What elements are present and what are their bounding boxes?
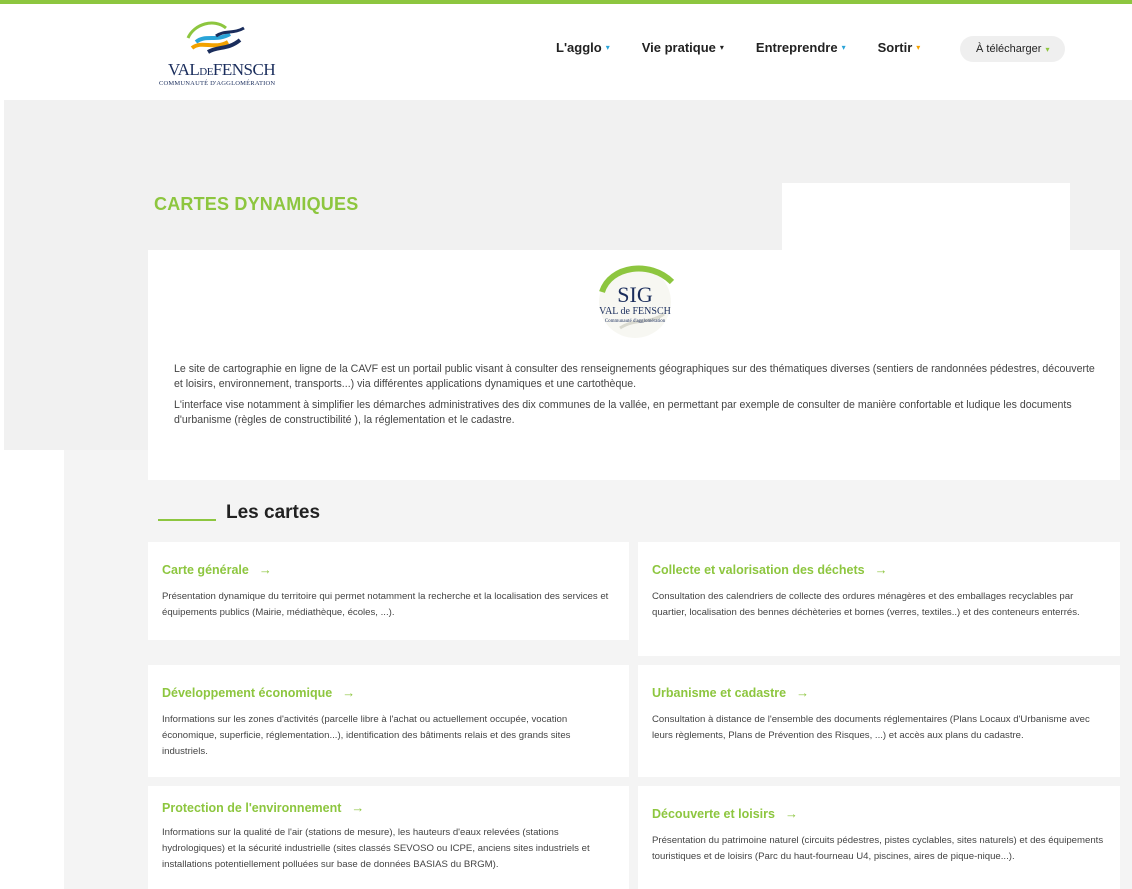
map-card-carte-generale[interactable]: Carte générale → Présentation dynamique d… <box>148 542 629 640</box>
logo-fensch: FENSCH <box>212 60 276 79</box>
nav-item-agglo[interactable]: L'agglo ▾ <box>556 40 610 55</box>
intro-card: SIG VAL de FENSCH Communauté d'aggloméra… <box>148 250 1120 480</box>
card-link[interactable]: Développement économique → <box>162 685 615 700</box>
nav-label: Entreprendre <box>755 40 838 55</box>
top-accent-bar <box>0 0 1132 4</box>
card-link[interactable]: Protection de l'environnement → <box>162 800 615 815</box>
nav-label: Sortir <box>877 40 913 55</box>
main-nav: L'agglo ▾ Vie pratique ▾ Entreprendre ▾ Sor… <box>556 40 952 55</box>
card-link[interactable]: Découverte et loisirs → <box>652 806 1106 821</box>
card-title: Urbanisme et cadastre <box>652 685 787 700</box>
chevron-down-icon: ▾ <box>841 43 846 52</box>
card-link[interactable]: Carte générale → <box>162 562 615 577</box>
nav-item-vie-pratique[interactable]: Vie pratique ▾ <box>642 40 724 55</box>
chevron-down-icon: ▾ <box>1045 44 1050 54</box>
chevron-down-icon: ▾ <box>916 43 921 52</box>
sig-logo-big: SIG <box>617 282 653 307</box>
card-title: Collecte et valorisation des déchets <box>652 562 865 577</box>
card-title: Protection de l'environnement <box>162 800 342 815</box>
chevron-down-icon: ▾ <box>605 43 610 52</box>
hero-notch <box>782 183 1070 253</box>
intro-paragraph-1: Le site de cartographie en ligne de la C… <box>174 363 1095 390</box>
site-logo[interactable]: VALDEFENSCH COMMUNAUTÉ D'AGGLOMÉRATION <box>158 20 298 92</box>
map-card-urbanisme[interactable]: Urbanisme et cadastre → Consultation à di… <box>638 665 1120 777</box>
card-description: Présentation du patrimoine naturel (circ… <box>652 835 1104 862</box>
logo-val: VAL <box>168 60 200 79</box>
arrow-right-icon: → <box>258 562 272 577</box>
section-divider <box>158 519 216 521</box>
arrow-right-icon: → <box>784 806 798 821</box>
sig-logo-icon: SIG VAL de FENSCH Communauté d'aggloméra… <box>599 265 675 338</box>
map-card-developpement-economique[interactable]: Développement économique → Informations s… <box>148 665 629 777</box>
card-description: Présentation dynamique du territoire qui… <box>162 591 609 618</box>
section-title: Les cartes <box>226 502 321 523</box>
card-description: Informations sur la qualité de l'air (st… <box>162 827 590 870</box>
nav-label: Vie pratique <box>641 40 716 55</box>
card-description: Consultation des calendriers de collecte… <box>652 591 1080 618</box>
card-link[interactable]: Collecte et valorisation des déchets → <box>652 562 1106 577</box>
left-margin <box>0 450 64 889</box>
section-heading: Les cartes <box>158 502 320 524</box>
page-title: CARTES DYNAMIQUES <box>154 194 359 214</box>
chevron-down-icon: ▾ <box>719 43 724 52</box>
nav-item-sortir[interactable]: Sortir ▾ <box>878 40 921 55</box>
card-title: Carte générale <box>162 562 249 577</box>
intro-paragraph-2: L'interface vise notamment à simplifier … <box>174 399 1072 426</box>
intro-text: Le site de cartographie en ligne de la C… <box>174 362 1104 434</box>
map-card-decouverte-loisirs[interactable]: Découverte et loisirs → Présentation du p… <box>638 786 1120 889</box>
sig-logo-line2: VAL de FENSCH <box>599 306 671 317</box>
card-link[interactable]: Urbanisme et cadastre → <box>652 685 1106 700</box>
card-description: Informations sur les zones d'activités (… <box>162 714 571 757</box>
card-description: Consultation à distance de l'ensemble de… <box>652 714 1090 741</box>
sig-logo-line3: Communauté d'agglomération <box>605 319 666 324</box>
map-card-environnement[interactable]: Protection de l'environnement → Informati… <box>148 786 629 889</box>
logo-de: DE <box>199 66 213 78</box>
logo-waves-icon <box>186 21 245 54</box>
card-title: Développement économique <box>162 685 333 700</box>
arrow-right-icon: → <box>351 800 365 815</box>
download-menu-button[interactable]: À télécharger ▾ <box>960 36 1066 62</box>
card-title: Découverte et loisirs <box>652 806 775 821</box>
download-label: À télécharger <box>976 43 1042 55</box>
map-card-dechets[interactable]: Collecte et valorisation des déchets → Co… <box>638 542 1120 656</box>
arrow-right-icon: → <box>796 685 810 700</box>
logo-subtitle: COMMUNAUTÉ D'AGGLOMÉRATION <box>159 80 276 87</box>
arrow-right-icon: → <box>342 685 356 700</box>
arrow-right-icon: → <box>874 562 888 577</box>
logo-wordmark: VALDEFENSCH <box>168 60 276 80</box>
nav-label: L'agglo <box>556 40 602 55</box>
nav-item-entreprendre[interactable]: Entreprendre ▾ <box>756 40 846 55</box>
